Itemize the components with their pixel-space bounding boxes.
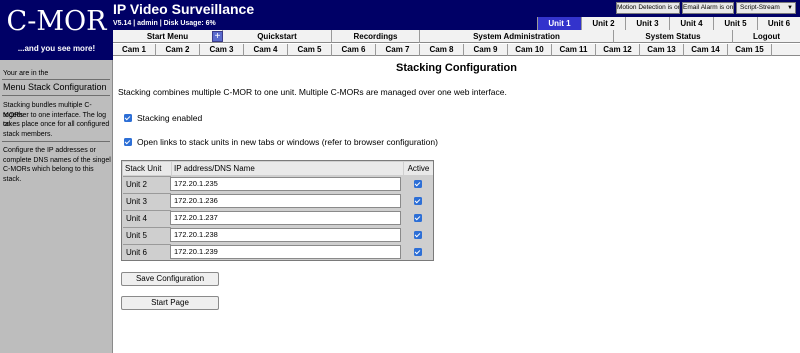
active-cell <box>403 244 433 260</box>
menu-system-administration[interactable]: System Administration <box>420 30 614 43</box>
column-header: Active <box>404 162 433 175</box>
location-label: Your are in the <box>3 70 49 77</box>
column-header: IP address/DNS Name <box>172 162 403 175</box>
tab-unit-6[interactable]: Unit 6 <box>757 17 800 30</box>
open-links-label: Open links to stack units in new tabs or… <box>137 137 438 147</box>
tab-unit-5[interactable]: Unit 5 <box>713 17 757 30</box>
active-cell <box>403 193 433 209</box>
open-links-row: Open links to stack units in new tabs or… <box>124 137 438 147</box>
cam-tab[interactable]: Cam 10 <box>508 44 552 56</box>
cam-tab[interactable]: Cam 14 <box>684 44 728 56</box>
email-alarm-button[interactable]: Email Alarm is on <box>682 2 734 14</box>
ip-address-input[interactable]: 172.20.1.236 <box>170 194 401 208</box>
cam-tab[interactable]: Cam 5 <box>288 44 332 56</box>
table-row-unit: Unit 2 <box>123 176 171 192</box>
tab-unit-2[interactable]: Unit 2 <box>581 17 625 30</box>
help-text-line: complete DNS names of the singel <box>3 156 111 164</box>
menu-logout[interactable]: Logout <box>733 30 800 43</box>
table-row-unit: Unit 3 <box>123 193 171 209</box>
table-row: 172.20.1.237 <box>170 211 402 226</box>
active-checkbox[interactable] <box>414 180 422 188</box>
save-configuration-button[interactable]: Save Configuration <box>121 272 219 286</box>
active-checkbox[interactable] <box>414 231 422 239</box>
intro-text: Stacking combines multiple C-MOR to one … <box>118 87 507 97</box>
table-row: 172.20.1.239 <box>170 245 402 260</box>
logo-text: C-MOR <box>6 6 107 37</box>
ip-address-input[interactable]: 172.20.1.237 <box>170 211 401 225</box>
help-text-line: takes place once for all configured <box>3 121 110 128</box>
logo-tagline: ...and you see more! <box>17 44 96 53</box>
menu-recordings[interactable]: Recordings <box>332 30 420 43</box>
status-line: V5.14 | admin | Disk Usage: 6% <box>113 20 216 27</box>
chevron-down-icon: ▼ <box>787 5 793 11</box>
active-checkbox[interactable] <box>414 248 422 256</box>
help-text-line: C-MORs which belong to this stack. <box>3 166 94 183</box>
tab-unit-1[interactable]: Unit 1 <box>537 17 581 30</box>
cam-tab[interactable]: Cam 15 <box>728 44 772 56</box>
camera-menu: Cam 1 Cam 2 Cam 3 Cam 4 Cam 5 Cam 6 Cam … <box>113 44 800 56</box>
cam-tab[interactable]: Cam 13 <box>640 44 684 56</box>
ip-address-input[interactable]: 172.20.1.238 <box>170 228 401 242</box>
active-cell <box>403 227 433 243</box>
stacking-enabled-label: Stacking enabled <box>137 113 203 123</box>
table-row: 172.20.1.238 <box>170 228 402 243</box>
active-checkbox[interactable] <box>414 197 422 205</box>
menu-quickstart[interactable]: Quickstart <box>223 30 332 43</box>
sidebar-menu-title: Menu Stack Configuration <box>3 82 107 92</box>
sidebar: C-MOR ...and you see more! Your are in t… <box>0 0 113 353</box>
stacking-enabled-row: Stacking enabled <box>124 113 202 123</box>
sidebar-divider <box>2 79 110 80</box>
active-checkbox[interactable] <box>414 214 422 222</box>
ip-address-input[interactable]: 172.20.1.239 <box>170 245 401 259</box>
open-links-checkbox[interactable] <box>124 138 132 146</box>
column-header: Stack Unit <box>123 162 171 175</box>
page-title: Stacking Configuration <box>396 62 517 74</box>
tab-unit-4[interactable]: Unit 4 <box>669 17 713 30</box>
main-menu: Start Menu + Quickstart Recordings Syste… <box>113 30 800 43</box>
table-row-unit: Unit 4 <box>123 210 171 226</box>
table-row: 172.20.1.235 <box>170 177 402 192</box>
plus-icon[interactable]: + <box>212 31 223 42</box>
stacking-enabled-checkbox[interactable] <box>124 114 132 122</box>
menu-start[interactable]: Start Menu <box>113 30 223 43</box>
menu-system-status[interactable]: System Status <box>614 30 733 43</box>
help-text-line: stack members. <box>3 130 53 138</box>
table-row-unit: Unit 5 <box>123 227 171 243</box>
cam-tab[interactable]: Cam 1 <box>113 44 156 56</box>
active-cell <box>403 176 433 192</box>
stream-select-value: Script-Stream <box>740 4 780 11</box>
help-text-line: Configure the IP addresses or <box>3 147 96 154</box>
ip-address-input[interactable]: 172.20.1.235 <box>170 177 401 191</box>
logo[interactable]: C-MOR ...and you see more! <box>0 0 113 60</box>
table-row-unit: Unit 6 <box>123 244 171 260</box>
tab-unit-3[interactable]: Unit 3 <box>625 17 669 30</box>
cam-tab[interactable]: Cam 12 <box>596 44 640 56</box>
cam-tab[interactable]: Cam 3 <box>200 44 244 56</box>
cam-tab[interactable]: Cam 8 <box>420 44 464 56</box>
cam-tab[interactable]: Cam 6 <box>332 44 376 56</box>
cam-tab[interactable]: Cam 7 <box>376 44 420 56</box>
cam-tab[interactable]: Cam 9 <box>464 44 508 56</box>
cam-tab[interactable]: Cam 2 <box>156 44 200 56</box>
cam-tab[interactable]: Cam 4 <box>244 44 288 56</box>
stream-select[interactable]: Script-Stream ▼ <box>736 2 796 14</box>
start-page-button[interactable]: Start Page <box>121 296 219 310</box>
table-row: 172.20.1.236 <box>170 194 402 209</box>
sidebar-divider <box>2 141 110 142</box>
active-cell <box>403 210 433 226</box>
sidebar-divider <box>2 95 110 96</box>
motion-detection-button[interactable]: Motion Detection is on <box>616 2 680 14</box>
app-title: IP Video Surveillance <box>113 1 255 17</box>
header: IP Video Surveillance V5.14 | admin | Di… <box>113 0 800 30</box>
cam-tab[interactable]: Cam 11 <box>552 44 596 56</box>
